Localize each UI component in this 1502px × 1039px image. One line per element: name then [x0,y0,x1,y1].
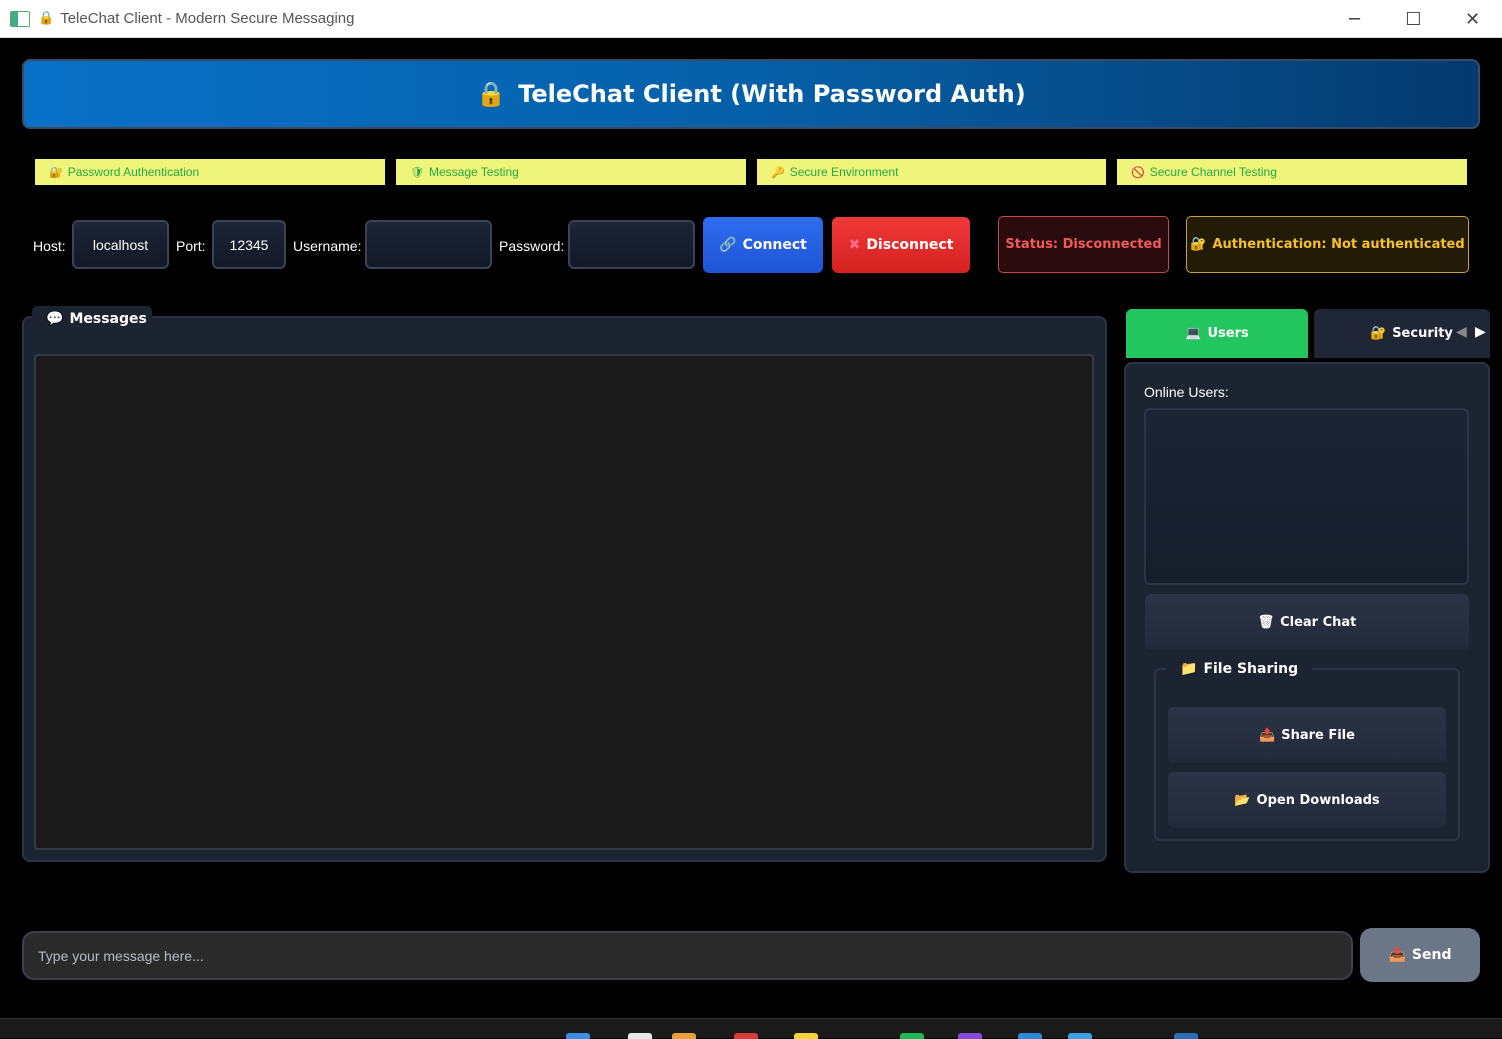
tab-scroll-right-icon[interactable]: ▶ [1475,324,1486,340]
feature-password-authentication: 🔐 Password Authentication [35,159,385,185]
username-label: Username: [293,238,362,254]
share-file-button[interactable]: 📤 Share File [1168,707,1446,763]
outbox-icon: 📤 [1388,947,1406,963]
connect-button[interactable]: 🔗 Connect [703,217,823,273]
clear-chat-label: Clear Chat [1280,614,1357,630]
password-label: Password: [499,238,565,254]
send-button[interactable]: 📤 Send [1360,928,1480,982]
prohibited-icon: 🚫 [1131,166,1145,179]
messages-display[interactable] [34,354,1094,850]
taskbar [0,1018,1502,1039]
port-label: Port: [176,238,206,254]
connect-label: Connect [742,237,807,253]
key-icon: 🔑 [771,166,785,179]
link-icon: 🔗 [719,237,737,253]
disconnect-label: Disconnect [866,237,954,253]
online-users-list[interactable] [1144,408,1469,585]
page-title: TeleChat Client (With Password Auth) [518,80,1026,108]
feature-message-testing: 🛡 Message Testing [396,159,746,185]
file-sharing-title: 📁 File Sharing [1166,657,1313,681]
header-banner: 🔒 TeleChat Client (With Password Auth) [22,59,1480,129]
tab-users-label: Users [1207,326,1249,341]
taskbar-app-icon[interactable] [900,1033,924,1039]
taskbar-app-icon[interactable] [1018,1033,1042,1039]
minimize-button[interactable]: ─ [1325,0,1384,38]
close-button[interactable]: ✕ [1443,0,1502,38]
clear-chat-button[interactable]: 🗑 Clear Chat [1145,594,1469,650]
taskbar-app-icon[interactable] [1068,1033,1092,1039]
username-input[interactable] [365,220,492,269]
auth-status: 🔐 Authentication: Not authenticated [1186,216,1469,273]
feature-label: Password Authentication [67,165,200,179]
message-input[interactable]: Type your message here... [22,931,1353,980]
messages-label: Messages [69,311,147,327]
speech-bubble-icon: 💬 [46,311,64,327]
app-icon [10,10,30,27]
open-downloads-label: Open Downloads [1256,792,1380,808]
lock-icon: 🔒 [38,11,55,26]
folder-icon: 📁 [1180,661,1198,677]
disconnect-button[interactable]: ✖ Disconnect [832,217,970,273]
password-input[interactable] [568,220,695,269]
feature-label: Secure Channel Testing [1149,165,1277,179]
open-downloads-button[interactable]: 📂 Open Downloads [1168,772,1446,828]
send-label: Send [1411,947,1452,963]
laptop-icon: 💻 [1185,326,1202,341]
auth-status-label: Authentication: Not authenticated [1212,237,1465,252]
tab-users[interactable]: 💻 Users [1126,309,1308,358]
feature-label: Message Testing [428,165,519,179]
tab-scroll-left-icon[interactable]: ◀ [1456,324,1467,340]
start-icon[interactable] [566,1033,590,1039]
host-input[interactable]: localhost [72,220,169,269]
shield-icon: 🛡 [410,166,424,179]
maximize-button[interactable]: ☐ [1384,0,1443,38]
folder-icon: 📂 [1234,792,1251,808]
messages-group-title: 💬 Messages [32,306,152,332]
lock-icon: 🔐 [1370,326,1387,341]
feature-label: Secure Environment [789,165,899,179]
feature-secure-environment: 🔑 Secure Environment [757,159,1106,185]
host-label: Host: [33,238,66,254]
connection-status: Status: Disconnected [998,216,1169,273]
share-file-label: Share File [1281,727,1355,743]
feature-secure-channel-testing: 🚫 Secure Channel Testing [1117,159,1467,185]
taskbar-app-icon[interactable] [672,1033,696,1039]
close-icon: ✖ [848,237,861,253]
taskbar-app-icon[interactable] [958,1033,982,1039]
lock-icon: 🔒 [476,80,507,108]
window-title: TeleChat Client - Modern Secure Messagin… [60,10,355,27]
file-sharing-label: File Sharing [1203,661,1299,677]
taskbar-app-icon[interactable] [734,1033,758,1039]
trash-icon: 🗑 [1257,614,1275,630]
taskbar-app-icon[interactable] [628,1033,652,1039]
lock-icon: 🔐 [49,166,63,179]
lock-icon: 🔐 [1190,237,1207,252]
tab-security-label: Security [1392,326,1453,341]
online-users-label: Online Users: [1144,384,1229,400]
taskbar-app-icon[interactable] [1174,1033,1198,1039]
window-titlebar: 🔒 TeleChat Client - Modern Secure Messag… [0,0,1502,38]
outbox-icon: 📤 [1259,727,1276,743]
port-input[interactable]: 12345 [212,220,286,269]
taskbar-app-icon[interactable] [794,1033,818,1039]
